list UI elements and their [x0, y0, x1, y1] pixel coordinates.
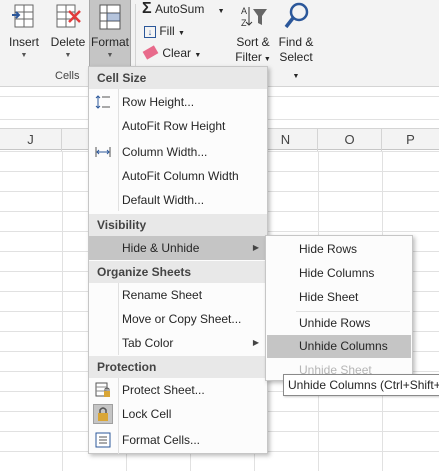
- chevron-down-icon: ▼: [106, 52, 114, 59]
- insert-label: Insert: [8, 35, 39, 49]
- insert-button[interactable]: Insert ▼: [2, 0, 46, 68]
- format-cells-icon: [97, 3, 123, 31]
- column-width-icon: [95, 144, 111, 160]
- tooltip: Unhide Columns (Ctrl+Shift+0): [283, 374, 439, 396]
- sort-filter-button[interactable]: A Z Sort & Filter ▼: [231, 0, 275, 68]
- menu-item-default-width[interactable]: Default Width...: [89, 188, 267, 212]
- format-button[interactable]: Format ▼: [89, 0, 131, 68]
- submenu-item-hide-rows[interactable]: Hide Rows: [267, 238, 411, 261]
- chevron-down-icon: ▼: [194, 52, 202, 59]
- submenu-item-hide-sheet[interactable]: Hide Sheet: [267, 286, 411, 309]
- delete-button[interactable]: Delete ▼: [47, 0, 89, 68]
- format-label: Format: [90, 35, 129, 49]
- menu-item-hide-unhide[interactable]: Hide & Unhide ▶: [89, 236, 267, 260]
- format-menu: Cell Size Row Height... AutoFit Row Heig…: [88, 66, 268, 454]
- menu-item-row-height[interactable]: Row Height...: [89, 90, 267, 114]
- svg-text:A: A: [241, 6, 247, 16]
- protect-sheet-icon: [95, 382, 111, 398]
- menu-item-protect-sheet[interactable]: Protect Sheet...: [89, 378, 267, 402]
- clear-button[interactable]: Clear ▼: [142, 44, 202, 62]
- hide-unhide-submenu: Hide Rows Hide Columns Hide Sheet Unhide…: [265, 235, 413, 381]
- chevron-down-icon: ▼: [20, 52, 28, 59]
- menu-item-move-copy-sheet[interactable]: Move or Copy Sheet...: [89, 307, 267, 331]
- menu-item-tab-color[interactable]: Tab Color ▶: [89, 331, 267, 355]
- find-label-line1: Find &: [278, 35, 314, 49]
- menu-item-autofit-column-width[interactable]: AutoFit Column Width: [89, 164, 267, 188]
- svg-text:Z: Z: [241, 18, 247, 28]
- insert-cells-icon: [11, 3, 37, 31]
- chevron-down-icon: ▼: [217, 8, 225, 15]
- column-header[interactable]: O: [318, 129, 382, 151]
- section-cell-size: Cell Size: [89, 67, 267, 89]
- magnifier-icon: [282, 1, 310, 31]
- eraser-icon: [142, 45, 159, 60]
- chevron-right-icon: ▶: [252, 338, 259, 347]
- grid-line: [62, 151, 63, 471]
- submenu-item-unhide-rows[interactable]: Unhide Rows: [267, 312, 411, 335]
- submenu-item-unhide-columns[interactable]: Unhide Columns: [267, 335, 411, 358]
- menu-item-format-cells[interactable]: Format Cells...: [89, 428, 267, 452]
- menu-item-lock-cell[interactable]: Lock Cell: [89, 402, 267, 426]
- find-select-button[interactable]: Find & Select ▼: [275, 0, 317, 80]
- sort-filter-icon: A Z: [240, 3, 268, 31]
- lock-icon: [93, 404, 113, 424]
- clear-label: Clear: [162, 46, 192, 60]
- sigma-icon: Σ: [142, 0, 152, 17]
- chevron-down-icon: ▼: [178, 30, 185, 37]
- column-header[interactable]: J: [0, 129, 62, 151]
- submenu-item-hide-columns[interactable]: Hide Columns: [267, 262, 411, 285]
- column-header[interactable]: P: [382, 129, 439, 151]
- menu-item-rename-sheet[interactable]: Rename Sheet: [89, 283, 267, 307]
- sort-label-line2: Filter ▼: [235, 50, 271, 64]
- autosum-label: AutoSum: [154, 2, 205, 16]
- chevron-down-icon: ▼: [64, 52, 72, 59]
- format-cells-icon: [95, 432, 111, 448]
- section-visibility: Visibility: [89, 214, 267, 236]
- fill-label: Fill: [159, 24, 175, 38]
- section-protection: Protection: [89, 356, 267, 378]
- menu-item-autofit-row-height[interactable]: AutoFit Row Height: [89, 114, 267, 138]
- row-height-icon: [95, 94, 111, 110]
- find-label-line2: Select ▼: [279, 50, 313, 80]
- menu-item-column-width[interactable]: Column Width...: [89, 140, 267, 164]
- sort-label-line1: Sort &: [236, 35, 270, 49]
- delete-cells-icon: [55, 3, 81, 31]
- chevron-right-icon: ▶: [252, 243, 259, 252]
- section-organize-sheets: Organize Sheets: [89, 261, 267, 283]
- cells-group-label: Cells: [55, 70, 80, 82]
- fill-down-icon: ↓: [144, 26, 156, 38]
- autosum-button[interactable]: Σ AutoSum ▼: [142, 0, 225, 18]
- delete-label: Delete: [50, 35, 86, 49]
- fill-button[interactable]: ↓ Fill ▼: [144, 22, 185, 40]
